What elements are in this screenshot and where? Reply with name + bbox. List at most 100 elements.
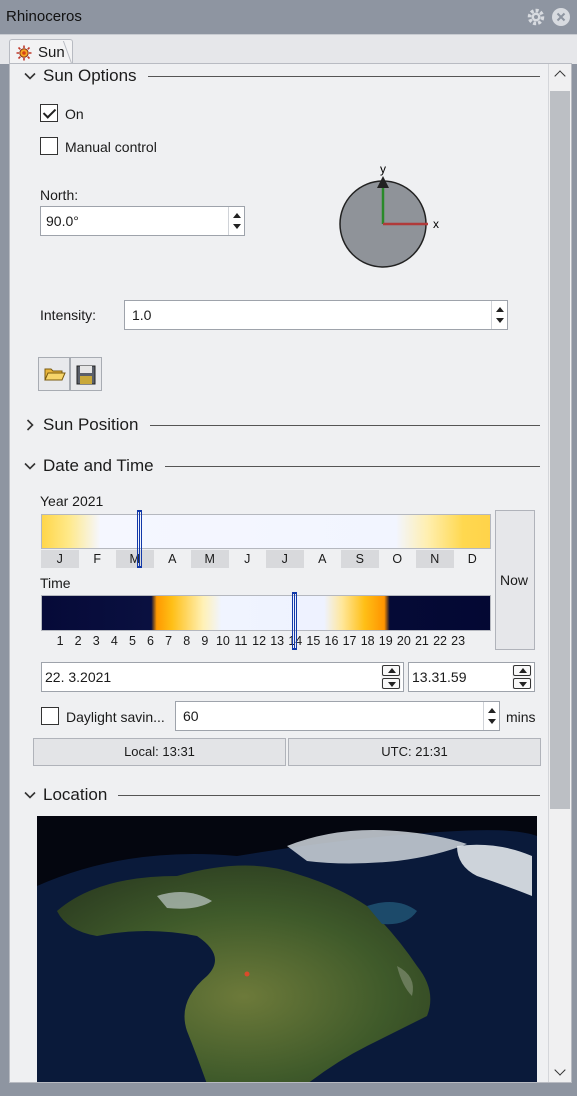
hour-tick: 1 xyxy=(56,634,64,648)
close-icon xyxy=(556,12,566,22)
hour-tick: 5 xyxy=(128,634,136,648)
on-checkbox[interactable] xyxy=(40,104,58,122)
vertical-scrollbar[interactable] xyxy=(548,64,571,1082)
year-marker[interactable] xyxy=(137,510,142,568)
north-value: 90.0° xyxy=(46,213,79,229)
daylight-saving-label: Daylight savin... xyxy=(66,709,165,725)
folder-open-icon xyxy=(44,368,66,381)
hour-tick: 21 xyxy=(414,634,429,648)
scroll-down-icon[interactable] xyxy=(554,1064,566,1076)
scrollbar-thumb[interactable] xyxy=(550,91,570,809)
tab-strip: Sun xyxy=(0,34,577,66)
hour-tick: 18 xyxy=(360,634,375,648)
month-tick: D xyxy=(467,552,477,566)
hour-tick: 22 xyxy=(433,634,447,648)
north-field[interactable]: 90.0° xyxy=(40,206,245,236)
time-field[interactable]: 13.31.59 xyxy=(408,662,535,692)
open-button[interactable] xyxy=(38,357,70,391)
tab-sun-label: Sun xyxy=(38,44,65,61)
north-label: North: xyxy=(40,187,79,203)
intensity-field[interactable]: 1.0 xyxy=(124,300,508,330)
intensity-stepper[interactable] xyxy=(491,301,507,329)
section-date-time[interactable]: Date and Time xyxy=(10,455,544,479)
section-sun-position-label: Sun Position xyxy=(43,415,139,434)
hour-tick: 12 xyxy=(252,634,267,648)
hour-tick: 13 xyxy=(270,634,285,648)
manual-control-label: Manual control xyxy=(65,139,157,155)
hour-tick: 15 xyxy=(306,634,321,648)
divider xyxy=(150,425,540,426)
now-label: Now xyxy=(500,572,529,588)
month-tick: A xyxy=(168,552,177,566)
compass-x-label: x xyxy=(433,217,439,231)
sun-icon xyxy=(16,45,32,61)
hour-tick: 8 xyxy=(183,634,191,648)
save-button[interactable] xyxy=(70,357,102,391)
daylight-saving-checkbox[interactable] xyxy=(41,707,59,725)
section-location[interactable]: Location xyxy=(10,784,544,808)
month-tick: M xyxy=(191,550,229,568)
hour-tick: 16 xyxy=(324,634,339,648)
section-location-label: Location xyxy=(43,785,108,804)
chevron-down-icon xyxy=(24,72,36,80)
daylight-minutes-value: 60 xyxy=(183,708,199,724)
north-stepper[interactable] xyxy=(228,207,244,235)
chevron-right-icon xyxy=(26,419,34,431)
now-button[interactable]: Now xyxy=(495,510,535,650)
on-label: On xyxy=(65,106,84,122)
save-icon xyxy=(76,365,96,385)
hour-tick: 3 xyxy=(92,634,100,648)
mins-label: mins xyxy=(506,709,536,725)
hour-tick: 4 xyxy=(110,634,118,648)
month-tick: J xyxy=(244,552,251,566)
time-marker[interactable] xyxy=(291,592,297,650)
close-button[interactable] xyxy=(552,8,570,26)
time-stepper[interactable] xyxy=(512,665,532,689)
hour-tick: 17 xyxy=(342,634,357,648)
window-title: Rhinoceros xyxy=(6,8,82,25)
hour-ticks: 1 2 3 4 5 6 7 8 9 10 11 12 13 14 15 16 17 18 19 20 21 22 23 xyxy=(41,632,491,650)
date-stepper[interactable] xyxy=(381,665,401,689)
month-tick: F xyxy=(93,552,102,566)
year-label: Year 2021 xyxy=(40,493,104,509)
month-tick: J xyxy=(41,550,79,568)
month-tick: A xyxy=(318,552,327,566)
intensity-label: Intensity: xyxy=(40,307,97,323)
daylight-minutes-stepper[interactable] xyxy=(483,702,499,730)
month-ticks: JFMAMJJASOND xyxy=(41,550,491,568)
title-bar: Rhinoceros xyxy=(0,0,577,34)
month-tick: O xyxy=(392,552,403,566)
date-value: 22. 3.2021 xyxy=(45,669,112,685)
compass-y-label: y xyxy=(380,162,386,176)
divider xyxy=(148,76,540,77)
daylight-minutes-field[interactable]: 60 xyxy=(175,701,500,731)
hour-tick: 20 xyxy=(396,634,411,648)
compass-widget[interactable]: y x xyxy=(330,162,450,272)
hour-tick: 19 xyxy=(378,634,393,648)
month-tick: S xyxy=(341,550,379,568)
chevron-down-icon xyxy=(24,462,36,470)
date-field[interactable]: 22. 3.2021 xyxy=(41,662,404,692)
chevron-down-icon xyxy=(24,791,36,799)
time-daylight-bar[interactable] xyxy=(41,595,491,631)
hour-tick: 6 xyxy=(147,634,154,648)
section-sun-position[interactable]: Sun Position xyxy=(10,414,544,438)
divider xyxy=(165,466,540,467)
section-sun-options[interactable]: Sun Options xyxy=(10,65,544,89)
time-value: 13.31.59 xyxy=(412,669,467,685)
earth-map-image xyxy=(37,816,537,1082)
panel-content: Sun Options On Manual control North: 90.… xyxy=(10,64,548,1082)
scroll-up-icon[interactable] xyxy=(554,70,566,82)
hour-tick: 9 xyxy=(201,634,209,648)
manual-control-checkbox[interactable] xyxy=(40,137,58,155)
year-daylight-bar[interactable] xyxy=(41,514,491,549)
gear-icon[interactable] xyxy=(526,7,546,27)
hour-tick: 7 xyxy=(165,634,173,648)
section-date-time-label: Date and Time xyxy=(43,456,154,475)
hour-tick: 23 xyxy=(451,634,466,648)
location-map[interactable] xyxy=(37,816,537,1082)
month-tick: M xyxy=(116,550,154,568)
month-tick: J xyxy=(266,550,304,568)
local-time-readout: Local: 13:31 xyxy=(33,738,286,766)
time-label: Time xyxy=(40,575,71,591)
